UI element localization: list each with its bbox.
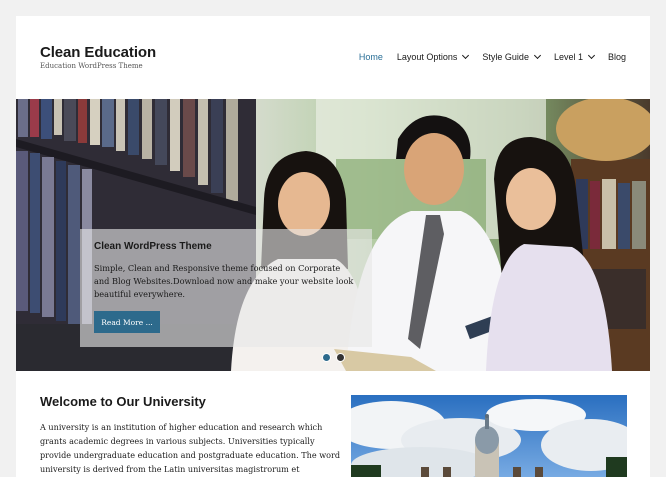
page: Clean Education Education WordPress Them…	[16, 16, 650, 477]
section-text: A university is an institution of higher…	[40, 422, 341, 474]
nav-item-blog[interactable]: Blog	[608, 52, 626, 62]
slider-dot-2[interactable]	[336, 353, 345, 362]
site-title[interactable]: Clean Education	[40, 44, 156, 61]
slider-caption: Clean WordPress Theme Simple, Clean and …	[80, 229, 372, 347]
slider-title: Clean WordPress Theme	[94, 241, 212, 252]
section-heading: Welcome to Our University	[40, 394, 206, 409]
university-photo	[351, 395, 627, 477]
nav-item-home[interactable]: Home	[359, 52, 383, 62]
nav-item-style-guide[interactable]: Style Guide	[482, 51, 541, 62]
university-image	[351, 395, 627, 477]
nav-item-label: Blog	[607, 52, 626, 62]
slider-dot-1[interactable]	[322, 353, 331, 362]
chevron-down-icon	[587, 51, 596, 60]
read-more-button[interactable]: Read More ...	[94, 311, 160, 333]
hero-slider: Clean WordPress Theme Simple, Clean and …	[16, 99, 650, 371]
nav-item-layout-options[interactable]: Layout Options	[396, 51, 470, 62]
chevron-down-icon	[462, 51, 470, 60]
slider-pagination	[322, 353, 345, 362]
chevron-down-icon	[533, 51, 541, 60]
main-navigation: Home Layout Options Style Guide Level 1 …	[345, 51, 626, 62]
nav-item-level-1[interactable]: Level 1	[553, 51, 596, 62]
nav-item-label: Level 1	[553, 52, 583, 62]
nav-item-label: Layout Options	[396, 52, 458, 62]
site-description: Education WordPress Theme	[40, 62, 143, 70]
nav-item-label: Style Guide	[482, 52, 529, 62]
nav-item-label: Home	[358, 52, 383, 62]
slider-text: Simple, Clean and Responsive theme focus…	[94, 263, 354, 299]
